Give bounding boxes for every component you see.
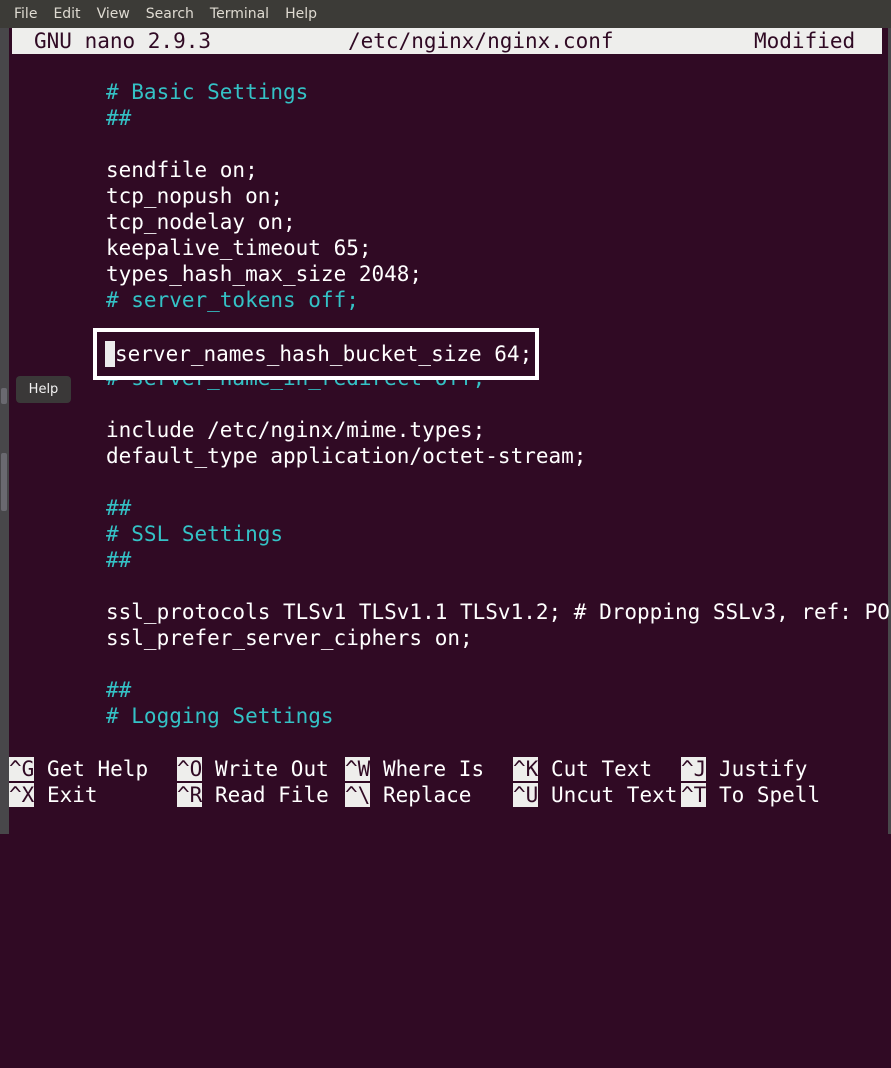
editor-line: types_hash_max_size 2048;: [106, 262, 423, 286]
editor-line: ssl_protocols TLSv1 TLSv1.1 TLSv1.2; # D…: [106, 600, 891, 624]
shortcut-label: Cut Text: [550, 757, 653, 781]
shortcut-label: To Spell: [718, 783, 821, 807]
editor-line: default_type application/octet-stream;: [106, 444, 587, 468]
editor-line: ##: [106, 106, 132, 130]
shortcut-bar: ^G Get Help ^O Write Out ^W Where Is ^K …: [9, 756, 888, 1068]
shortcut-key: ^T: [681, 783, 707, 807]
menu-search[interactable]: Search: [138, 6, 202, 22]
modified-status: Modified: [754, 29, 856, 53]
shortcut-label: Exit: [46, 783, 98, 807]
shortcut-key: ^J: [681, 757, 707, 781]
shortcut-exit[interactable]: ^X Exit: [9, 782, 98, 808]
editor-line: # Logging Settings: [106, 704, 334, 728]
shortcut-key: ^R: [177, 783, 203, 807]
menu-help[interactable]: Help: [277, 6, 325, 22]
editor-line: # SSL Settings: [106, 522, 284, 546]
shortcut-label: Write Out: [214, 757, 329, 781]
editor-line: ssl_prefer_server_ciphers on;: [106, 626, 473, 650]
shortcut-label: Uncut Text: [550, 783, 678, 807]
menu-bar: File Edit View Search Terminal Help: [0, 0, 891, 28]
menu-view[interactable]: View: [89, 6, 138, 22]
highlighted-line-text: server_names_hash_bucket_size 64;: [115, 342, 533, 366]
shortcut-label: Replace: [382, 783, 472, 807]
menu-edit[interactable]: Edit: [45, 6, 88, 22]
left-edge-strip: [0, 28, 9, 834]
editor-line: ##: [106, 548, 132, 572]
shortcut-read-file[interactable]: ^R Read File: [177, 782, 329, 808]
shortcut-key: ^X: [9, 783, 35, 807]
editor-line: tcp_nopush on;: [106, 184, 284, 208]
edge-mark-lower: [1, 453, 7, 511]
shortcut-label: Get Help: [46, 757, 149, 781]
terminal-area[interactable]: GNU nano 2.9.3 /etc/nginx/nginx.conf Mod…: [9, 28, 891, 834]
shortcut-key: ^K: [513, 757, 539, 781]
shortcut-key: ^O: [177, 757, 203, 781]
shortcut-where-is[interactable]: ^W Where Is: [345, 756, 484, 782]
text-cursor: [105, 341, 115, 367]
highlighted-line-box: server_names_hash_bucket_size 64;: [93, 328, 539, 380]
shortcut-label: Read File: [214, 783, 329, 807]
shortcut-key: ^G: [9, 757, 35, 781]
shortcut-uncut-text[interactable]: ^U Uncut Text: [513, 782, 677, 808]
shortcut-cut-text[interactable]: ^K Cut Text: [513, 756, 652, 782]
shortcut-label: Justify: [718, 757, 808, 781]
shortcut-key: ^W: [345, 757, 371, 781]
shortcut-key: ^U: [513, 783, 539, 807]
shortcut-label: Where Is: [382, 757, 485, 781]
nano-title-bar: GNU nano 2.9.3 /etc/nginx/nginx.conf Mod…: [12, 28, 882, 54]
help-tooltip: Help: [16, 376, 71, 403]
editor-line: ##: [106, 678, 132, 702]
shortcut-to-spell[interactable]: ^T To Spell: [681, 782, 820, 808]
editor-line: sendfile on;: [106, 158, 258, 182]
editor-line: ##: [106, 496, 132, 520]
edge-mark: [1, 388, 7, 404]
editor-line: # server_tokens off;: [106, 288, 359, 312]
shortcut-write-out[interactable]: ^O Write Out: [177, 756, 329, 782]
nano-version: GNU nano 2.9.3: [34, 29, 212, 53]
shortcut-replace[interactable]: ^\ Replace: [345, 782, 471, 808]
editor-line: # Basic Settings: [106, 80, 309, 104]
shortcut-get-help[interactable]: ^G Get Help: [9, 756, 148, 782]
menu-terminal[interactable]: Terminal: [202, 6, 277, 22]
file-path: /etc/nginx/nginx.conf: [348, 29, 614, 53]
editor-line: tcp_nodelay on;: [106, 210, 296, 234]
editor-line: keepalive_timeout 65;: [106, 236, 372, 260]
editor-line: include /etc/nginx/mime.types;: [106, 418, 486, 442]
menu-file[interactable]: File: [6, 6, 45, 22]
shortcut-justify[interactable]: ^J Justify: [681, 756, 807, 782]
shortcut-key: ^\: [345, 783, 371, 807]
